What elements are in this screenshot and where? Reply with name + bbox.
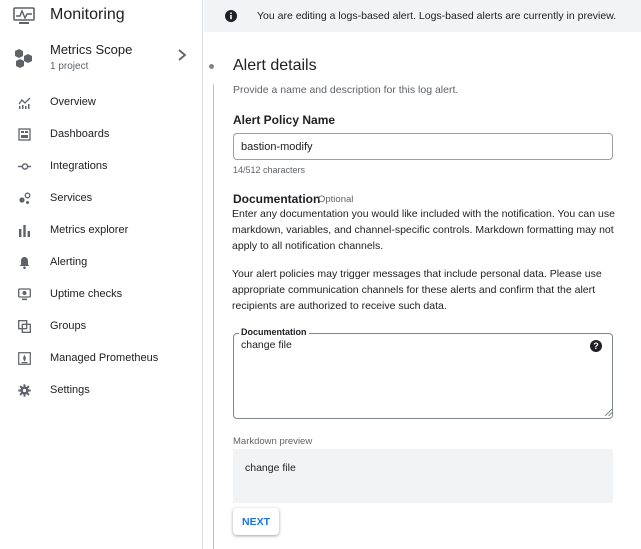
svg-text:?: ? [593, 341, 599, 351]
sidebar-item-label: Managed Prometheus [50, 352, 159, 364]
banner-text: You are editing a logs-based alert. Logs… [257, 10, 617, 22]
stepper-line [213, 84, 214, 549]
app-title: Monitoring [50, 6, 125, 23]
page-subtitle: Provide a name and description for this … [233, 84, 459, 96]
sidebar-item-label: Groups [50, 320, 87, 332]
documentation-heading: Documentation [233, 192, 321, 206]
personal-data-notice: Your alert policies may trigger messages… [232, 268, 602, 312]
sidebar-item-label: Integrations [50, 160, 108, 172]
markdown-preview-text: change file [245, 462, 296, 474]
dashboards-icon [18, 128, 31, 141]
sidebar-item-dashboards[interactable]: Dashboards [0, 121, 203, 149]
overview-icon [18, 97, 31, 109]
sidebar-item-groups[interactable]: Groups [0, 313, 203, 341]
sidebar-item-label: Metrics explorer [50, 224, 129, 236]
sidebar: Monitoring Metrics Scope 1 project Overv… [0, 0, 203, 549]
sidebar-item-integrations[interactable]: Integrations [0, 153, 203, 181]
sidebar-item-label: Overview [50, 96, 96, 108]
integrations-icon [18, 163, 31, 170]
sidebar-item-managed-prometheus[interactable]: Managed Prometheus [0, 345, 203, 373]
page-title: Alert details [233, 57, 317, 74]
metrics-scope-icon [15, 49, 32, 68]
help-icon[interactable]: ? [590, 340, 602, 352]
markdown-preview: change file [233, 449, 613, 503]
alerting-bell-icon [19, 257, 30, 269]
sidebar-item-label: Dashboards [50, 128, 110, 140]
metrics-explorer-icon [19, 225, 30, 237]
sidebar-item-settings[interactable]: Settings [0, 377, 203, 405]
documentation-textarea[interactable]: change file [234, 334, 612, 418]
metrics-scope-selector[interactable]: Metrics Scope 1 project [0, 36, 203, 78]
sidebar-item-uptime-checks[interactable]: Uptime checks [0, 281, 203, 309]
chevron-right-icon[interactable] [176, 48, 188, 62]
info-icon [225, 10, 237, 22]
metrics-scope-subtitle: 1 project [50, 61, 89, 72]
alert-policy-name-input[interactable] [233, 133, 613, 160]
monitoring-icon [13, 7, 35, 24]
optional-tag: Optional [318, 194, 354, 205]
sidebar-item-label: Uptime checks [50, 288, 123, 300]
gear-icon [18, 384, 31, 397]
uptime-checks-icon [18, 288, 31, 301]
sidebar-item-services[interactable]: Services [0, 185, 203, 213]
documentation-field-label: Documentation [239, 327, 309, 337]
managed-prometheus-icon [18, 352, 31, 365]
services-icon [19, 192, 31, 204]
preview-banner: You are editing a logs-based alert. Logs… [204, 0, 641, 32]
documentation-field: change file Documentation ? [233, 327, 613, 419]
next-button[interactable]: NEXT [233, 508, 279, 535]
documentation-description: Enter any documentation you would like i… [232, 208, 615, 252]
sidebar-item-overview[interactable]: Overview [0, 89, 203, 117]
char-count: 14/512 characters [233, 165, 306, 175]
sidebar-item-label: Alerting [50, 256, 88, 268]
alert-policy-name-label: Alert Policy Name [233, 113, 336, 127]
stepper-dot [209, 64, 214, 69]
groups-icon [18, 320, 31, 333]
metrics-scope-title: Metrics Scope [50, 42, 133, 57]
sidebar-item-label: Services [50, 192, 93, 204]
sidebar-item-alerting[interactable]: Alerting [0, 249, 203, 277]
sidebar-item-label: Settings [50, 384, 90, 396]
sidebar-item-metrics-explorer[interactable]: Metrics explorer [0, 217, 203, 245]
resize-handle-icon[interactable] [604, 408, 612, 416]
markdown-preview-label: Markdown preview [233, 436, 313, 447]
app-header: Monitoring [0, 0, 203, 32]
